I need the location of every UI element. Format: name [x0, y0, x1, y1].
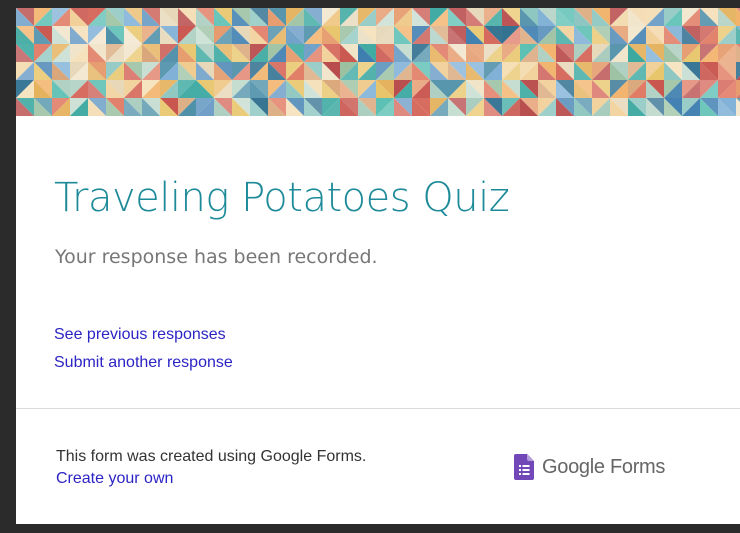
footer-divider: [16, 408, 740, 409]
google-forms-icon: [514, 454, 534, 480]
banner-pattern: [16, 8, 740, 116]
create-your-own-link[interactable]: Create your own: [56, 468, 366, 490]
google-forms-logo[interactable]: Google Forms: [514, 454, 665, 480]
submit-another-response-link[interactable]: Submit another response: [54, 349, 233, 377]
footer-note: This form was created using Google Forms…: [56, 446, 366, 490]
response-links: See previous responses Submit another re…: [54, 321, 233, 377]
form-title: Traveling Potatoes Quiz: [54, 175, 510, 221]
see-previous-responses-link[interactable]: See previous responses: [54, 321, 233, 349]
header-banner-image: [16, 8, 740, 116]
confirmation-message: Your response has been recorded.: [55, 246, 378, 268]
page: { "form": { "title": "Traveling Potatoes…: [0, 0, 740, 533]
google-forms-wordmark: Google Forms: [542, 455, 666, 478]
form-card: Traveling Potatoes Quiz Your response ha…: [16, 8, 740, 524]
footer-note-text: This form was created using Google Forms…: [56, 448, 367, 465]
